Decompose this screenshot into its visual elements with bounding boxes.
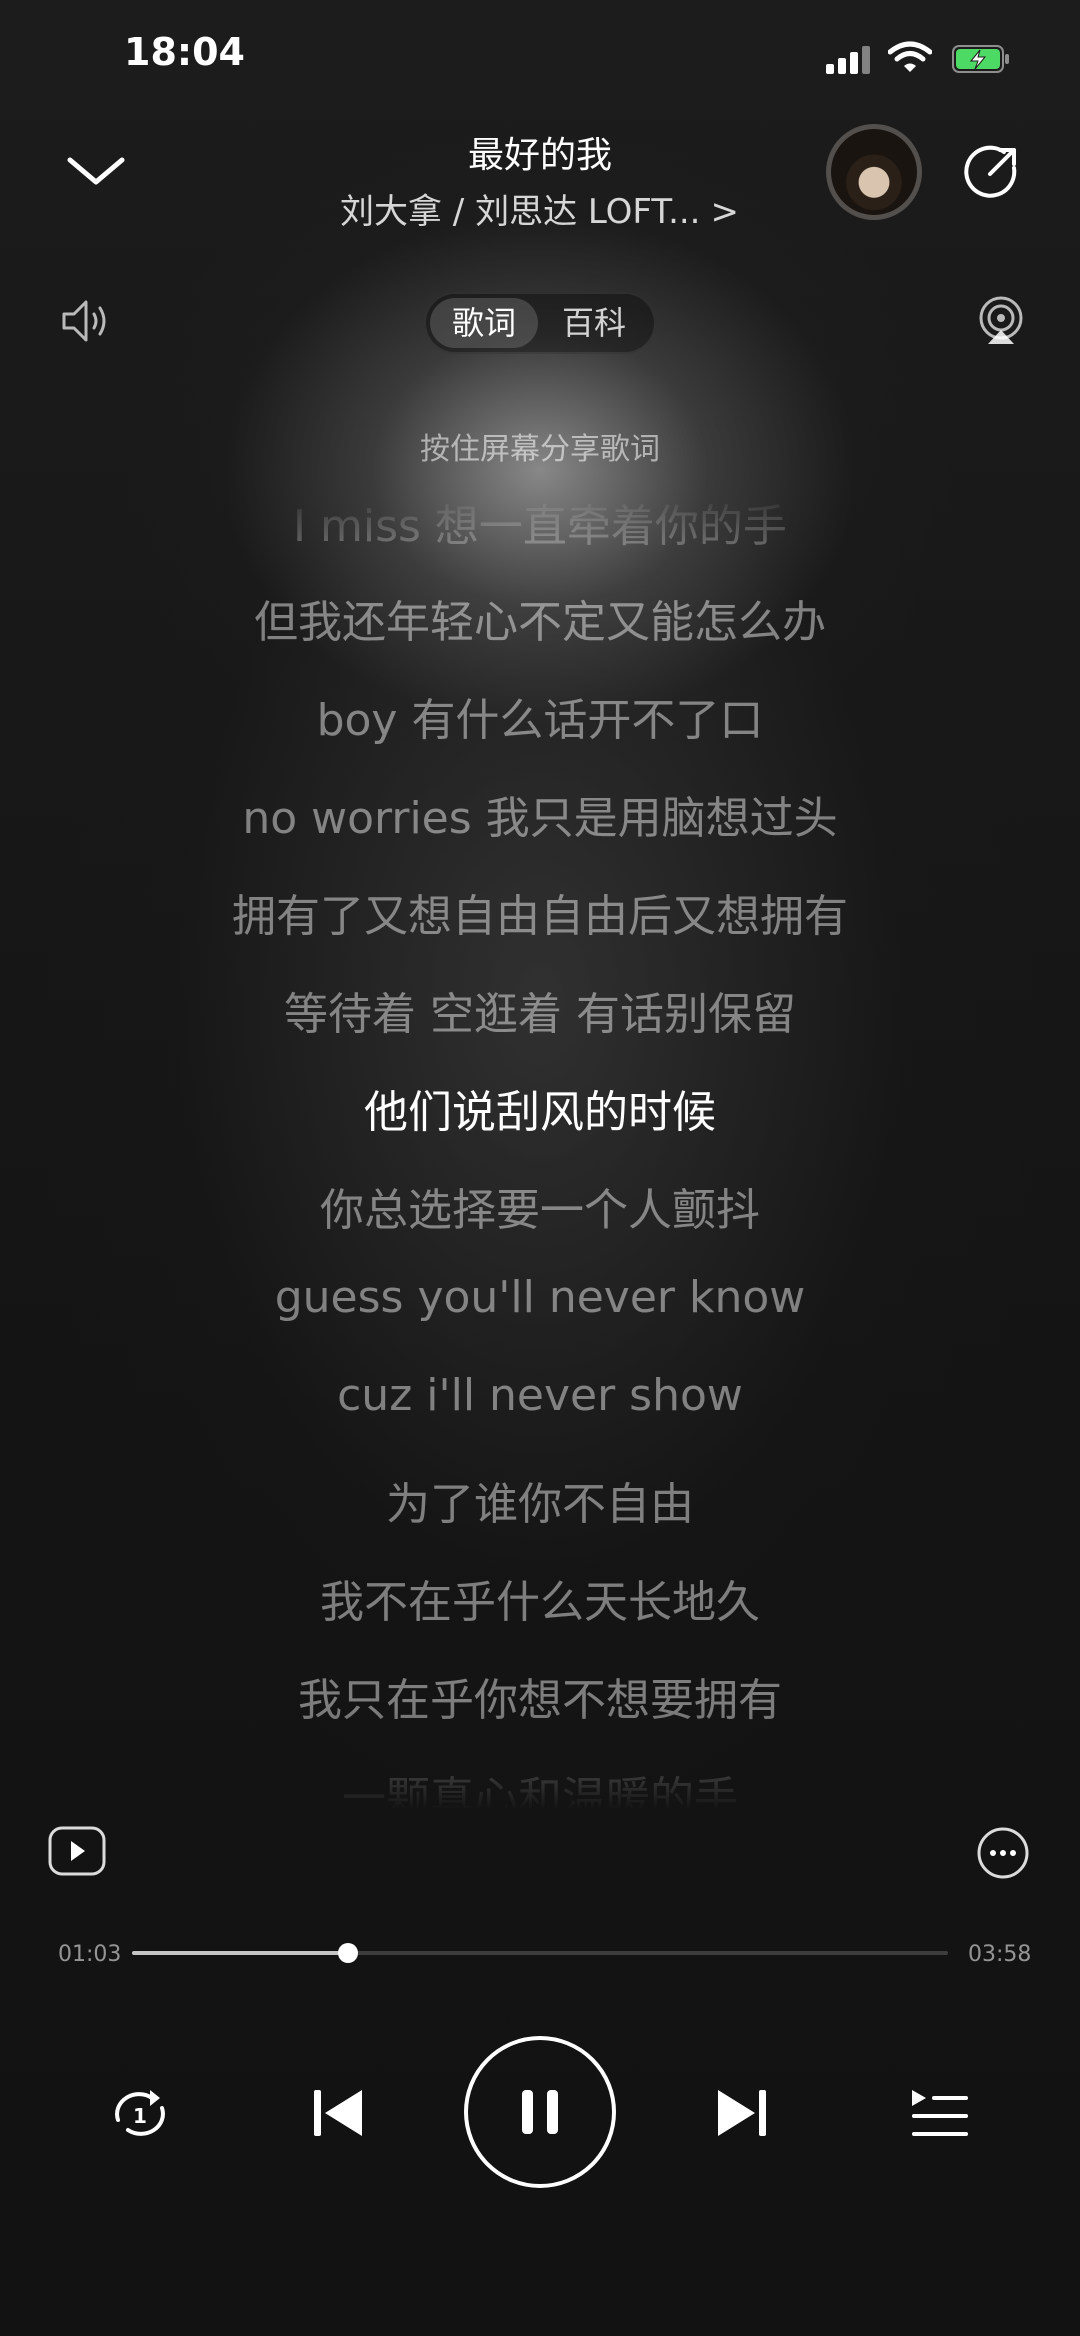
- repeat-one-icon: 1: [115, 2090, 165, 2136]
- play-video-icon[interactable]: [48, 1826, 106, 1876]
- lyric-line[interactable]: 为了谁你不自由: [0, 1468, 1080, 1532]
- artist-avatar[interactable]: [826, 124, 922, 220]
- status-bar: 18:04: [0, 0, 1080, 110]
- lyric-line[interactable]: 我不在乎什么天长地久: [0, 1566, 1080, 1630]
- lyric-line[interactable]: cuz i'll never show: [0, 1370, 1080, 1421]
- pause-icon: [522, 2090, 558, 2134]
- progress-fill: [132, 1951, 349, 1955]
- lyric-line[interactable]: 你总选择要一个人颤抖: [0, 1174, 1080, 1238]
- song-title: 最好的我: [467, 135, 612, 176]
- lyric-line[interactable]: 一颗真心和温暖的手: [0, 1762, 1080, 1810]
- queue-icon[interactable]: [910, 2086, 970, 2140]
- chevron-down-icon[interactable]: [64, 146, 128, 194]
- volume-icon[interactable]: [60, 296, 112, 346]
- more-icon[interactable]: [976, 1826, 1030, 1880]
- player-screen: 18:04 最好的我 刘大拿 / 刘思达 LOFT... > 歌词 百科 按住屏…: [0, 0, 1080, 2336]
- artist-name: 刘大拿 / 刘思达 LOFT...: [340, 192, 701, 232]
- lyric-line[interactable]: 等待着 空逛着 有话别保留: [0, 978, 1080, 1042]
- airplay-icon[interactable]: [976, 296, 1026, 346]
- lyric-line[interactable]: 但我还年轻心不定又能怎么办: [0, 586, 1080, 650]
- artist-link[interactable]: 刘大拿 / 刘思达 LOFT... >: [340, 184, 770, 232]
- status-time: 18:04: [124, 30, 245, 74]
- lyric-line[interactable]: guess you'll never know: [0, 1272, 1080, 1323]
- repeat-one-button[interactable]: 1: [108, 2086, 172, 2142]
- chevron-right-icon: >: [710, 192, 740, 232]
- wifi-icon: [888, 41, 932, 72]
- lyric-line[interactable]: 我只在乎你想不想要拥有: [0, 1664, 1080, 1728]
- pause-button[interactable]: [464, 2036, 616, 2188]
- share-lyrics-hint: 按住屏幕分享歌词: [420, 432, 660, 467]
- lyric-line-current[interactable]: 他们说刮风的时候: [0, 1076, 1080, 1140]
- cellular-signal-icon: [826, 46, 870, 74]
- tab-wiki[interactable]: 百科: [540, 298, 648, 348]
- tab-lyrics[interactable]: 歌词: [430, 298, 538, 348]
- share-icon[interactable]: [964, 144, 1020, 200]
- lyrics-list[interactable]: I miss 想一直牵着你的手 但我还年轻心不定又能怎么办 boy 有什么话开不…: [0, 490, 1080, 1810]
- previous-icon[interactable]: [312, 2086, 364, 2140]
- lyrics-wiki-switch: 歌词 百科: [424, 292, 656, 354]
- lyric-line[interactable]: no worries 我只是用脑想过头: [0, 782, 1080, 846]
- battery-charging-icon: [952, 45, 1009, 73]
- progress-track[interactable]: [132, 1951, 948, 1955]
- lyric-line[interactable]: boy 有什么话开不了口: [0, 684, 1080, 748]
- elapsed-time: 01:03: [58, 1942, 122, 1967]
- repeat-badge: 1: [133, 2104, 147, 2128]
- lyric-line[interactable]: 拥有了又想自由自由后又想拥有: [0, 880, 1080, 944]
- next-icon[interactable]: [716, 2086, 768, 2140]
- total-time: 03:58: [968, 1942, 1032, 1967]
- lyric-line[interactable]: I miss 想一直牵着你的手: [0, 490, 1080, 554]
- progress-knob[interactable]: [338, 1943, 359, 1963]
